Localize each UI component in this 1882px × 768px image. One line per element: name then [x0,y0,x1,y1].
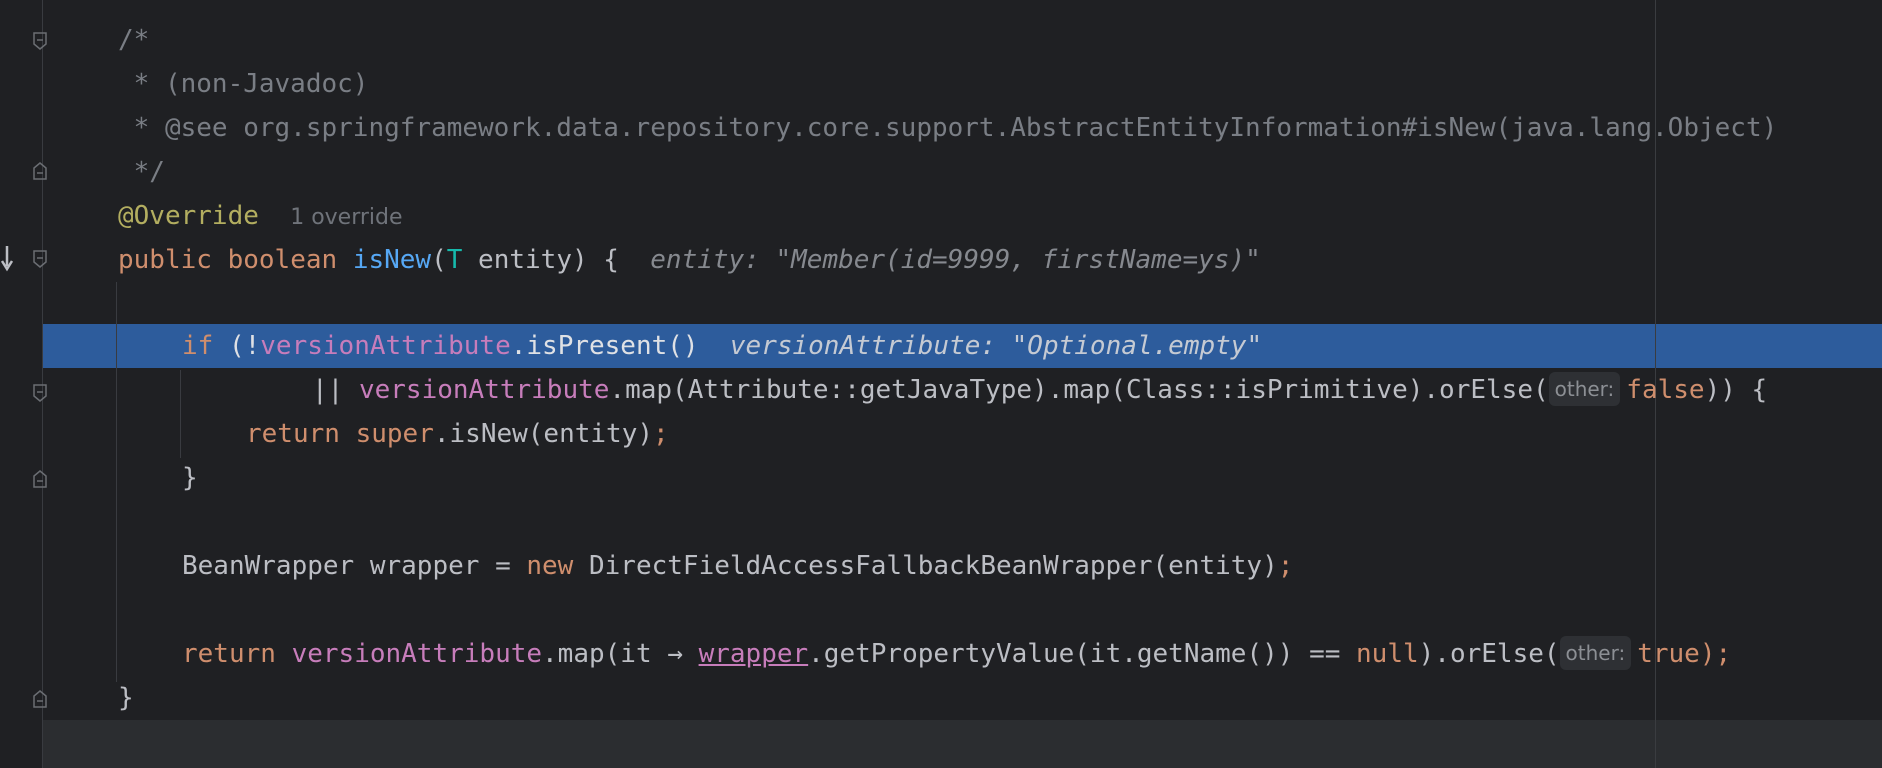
code-line-if-execution-point[interactable]: if (!versionAttribute.isPresent() versio… [182,324,1262,368]
method-name: isNew [352,245,432,275]
keyword-public: public [118,245,212,275]
fold-marker-icon[interactable] [32,250,48,270]
indent-guide [180,370,181,458]
execution-point-arrow-icon [0,246,14,272]
code-text: .isPresent() [510,331,699,361]
semicolon: ; [1277,551,1294,581]
code-line-comment[interactable]: * (non-Javadoc) [118,62,369,106]
code-text: )) { [1704,375,1768,405]
indent-guide [116,282,117,682]
code-text: ); [1699,639,1732,669]
code-text: BeanWrapper wrapper = [182,551,527,581]
override-count-hint[interactable]: 1 override [290,205,402,230]
override-annotation: @Override [118,201,259,231]
code-text: .getPropertyValue(it.getName()) == [808,639,1357,669]
code-text: .map(it → [542,639,699,669]
code-line-return-map[interactable]: return versionAttribute.map(it → wrapper… [182,632,1731,676]
code-text: * @see org.springframework.data.reposito… [118,113,1778,143]
fold-marker-icon[interactable] [32,384,48,404]
semicolon: ; [653,419,669,449]
fold-marker-icon[interactable] [32,468,48,488]
keyword-null: null [1356,639,1419,669]
debug-inline-value: entity: "Member(id=9999, firstName=ys)" [650,245,1261,275]
code-text: } [118,683,134,713]
keyword-super: super [355,419,434,449]
code-text: .map(Attribute::getJavaType).map(Class::… [609,375,1549,405]
code-text: DirectFieldAccessFallbackBeanWrapper(ent… [573,551,1278,581]
fold-marker-icon[interactable] [32,688,48,708]
code-line-close-brace[interactable]: } [182,456,198,500]
keyword-return: return [246,419,340,449]
code-text: */ [118,157,165,187]
code-line-method-close[interactable]: } [118,676,134,720]
fold-marker-icon[interactable] [32,32,48,52]
keyword-return: return [182,639,276,669]
code-text: .isNew(entity) [433,419,654,449]
variable-wrapper: wrapper [698,639,809,669]
code-line-return-super[interactable]: return super.isNew(entity); [246,412,669,456]
fold-marker-icon[interactable] [32,160,48,180]
code-line-or-condition[interactable]: || versionAttribute.map(Attribute::getJa… [312,368,1767,412]
code-line-method-signature[interactable]: public boolean isNew(T entity) { entity:… [118,238,1261,282]
paren: ( [431,245,447,275]
code-line-annotation[interactable]: @Override 1 override [118,194,403,238]
code-editor[interactable]: /* * (non-Javadoc) * @see org.springfram… [0,0,1882,768]
keyword-true: true [1637,639,1700,669]
code-text: ).orElse( [1418,639,1560,669]
code-text: * (non-Javadoc) [118,69,369,99]
field-version-attribute: versionAttribute [291,639,543,669]
code-line-comment-open[interactable]: /* [118,18,149,62]
code-line-comment-close[interactable]: */ [118,150,165,194]
code-line-bean-wrapper[interactable]: BeanWrapper wrapper = new DirectFieldAcc… [182,544,1293,588]
debug-inline-value: versionAttribute: "Optional.empty" [729,331,1263,361]
operator-or: || [312,375,359,405]
type-parameter: T [446,245,463,275]
code-text: entity) { [462,245,619,275]
code-text: } [182,463,198,493]
keyword-boolean: boolean [227,245,338,275]
editor-bottom-area [43,720,1882,768]
code-text: /* [118,25,150,55]
field-version-attribute: versionAttribute [260,331,511,361]
code-text: (! [213,331,261,361]
parameter-hint: other: [1559,636,1632,670]
keyword-if: if [182,331,214,361]
field-version-attribute: versionAttribute [358,375,610,405]
code-line-comment-see[interactable]: * @see org.springframework.data.reposito… [118,106,1778,150]
keyword-new: new [526,551,574,581]
keyword-false: false [1626,375,1705,405]
parameter-hint: other: [1548,372,1621,406]
